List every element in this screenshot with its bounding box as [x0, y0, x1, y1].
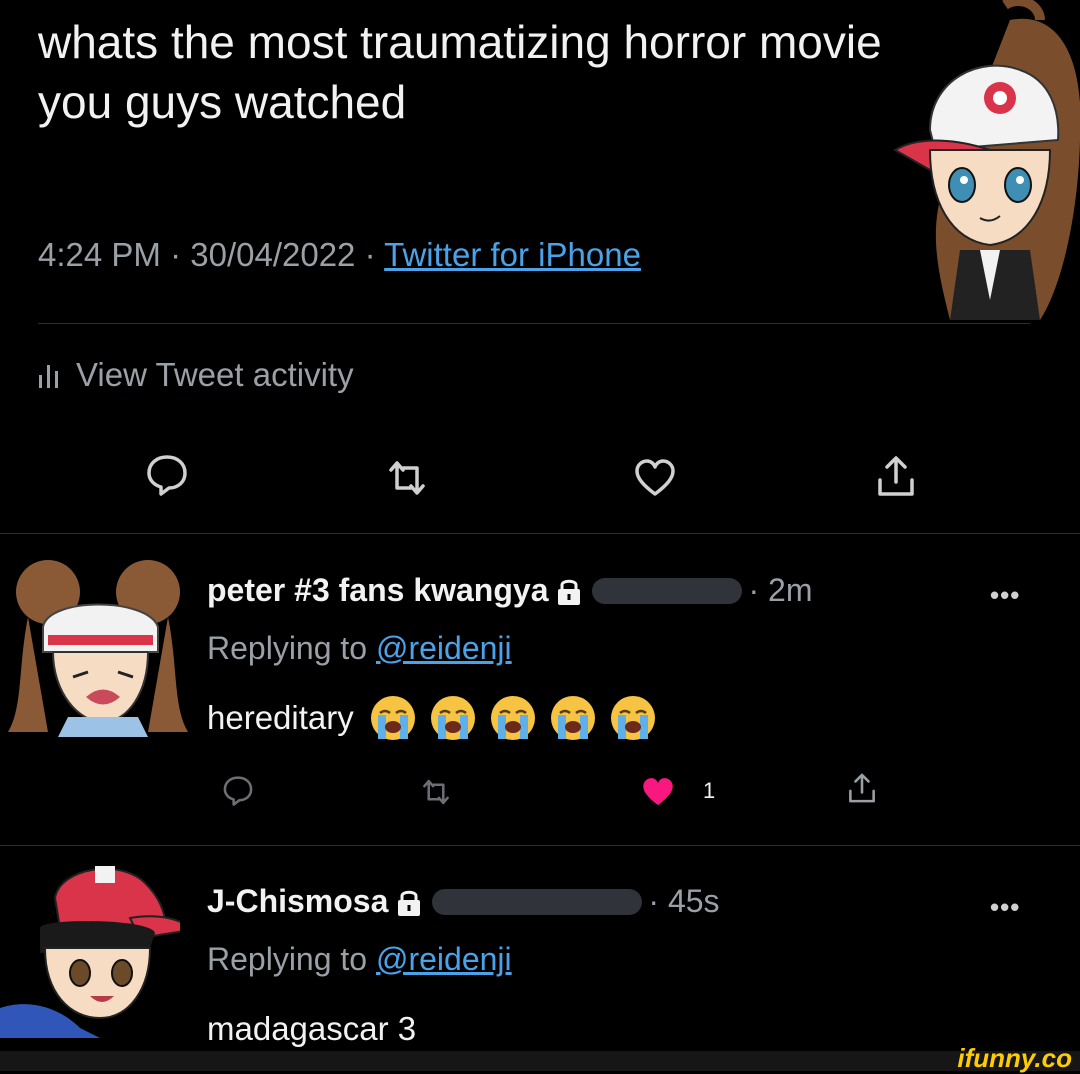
tweet-date: 30/04/2022 [190, 236, 356, 273]
emoji-row [368, 693, 658, 743]
share-icon[interactable] [874, 454, 918, 498]
stats-icon [39, 365, 58, 388]
reply-author-name[interactable]: J-Chismosa [207, 883, 388, 920]
replying-to: Replying to @reidenji [207, 941, 512, 978]
view-tweet-activity[interactable]: View Tweet activity [38, 356, 354, 394]
replying-to-label: Replying to [207, 630, 376, 666]
redacted-handle [432, 888, 643, 915]
reply-icon[interactable] [222, 774, 254, 806]
retweet-icon[interactable] [420, 776, 452, 808]
divider [0, 533, 1080, 534]
reply-author-name[interactable]: peter #3 fans kwangya [207, 572, 548, 609]
crying-emoji-icon [610, 696, 655, 740]
like-icon-filled[interactable] [640, 774, 676, 810]
redacted-handle [592, 577, 743, 604]
tweet-text: whats the most traumatizing horror movie… [38, 16, 882, 128]
reply-text-content: hereditary [207, 699, 354, 736]
replying-to-label: Replying to [207, 941, 376, 977]
reply-header: peter #3 fans kwangya · 2m [207, 572, 812, 609]
reply-avatar[interactable] [8, 557, 188, 737]
replying-to: Replying to @reidenji [207, 630, 512, 667]
crying-emoji-icon [550, 696, 595, 740]
crying-emoji-icon [430, 696, 475, 740]
more-options-button[interactable]: ••• [990, 580, 1020, 611]
view-tweet-activity-label: View Tweet activity [76, 356, 354, 393]
lock-icon [398, 890, 421, 916]
lock-icon [558, 579, 581, 605]
replying-to-handle[interactable]: @reidenji [376, 941, 512, 977]
divider [38, 323, 1030, 324]
author-avatar[interactable] [890, 0, 1080, 320]
replying-to-handle[interactable]: @reidenji [376, 630, 512, 666]
footer-bar [0, 1051, 1080, 1071]
reply-avatar[interactable] [0, 858, 180, 1038]
meta-separator: · [355, 236, 385, 273]
meta-separator: · [160, 236, 191, 273]
share-icon[interactable] [846, 772, 878, 804]
reply-time: · 2m [748, 572, 813, 608]
tweet-meta: 4:24 PM · 30/04/2022 · Twitter for iPhon… [38, 236, 641, 274]
crying-emoji-icon [370, 696, 415, 740]
tweet-source-link[interactable]: Twitter for iPhone [384, 236, 641, 273]
reply-text: hereditary [207, 693, 658, 743]
like-icon[interactable] [633, 456, 677, 500]
tweet-time: 4:24 PM [38, 236, 161, 273]
reply-icon[interactable] [145, 452, 189, 496]
more-options-button[interactable]: ••• [990, 892, 1020, 923]
crying-emoji-icon [490, 696, 535, 740]
reply-header: J-Chismosa · 45s [207, 883, 720, 920]
reply-time: · 45s [648, 883, 720, 919]
reply-text: madagascar 3 [207, 1010, 416, 1048]
retweet-icon[interactable] [385, 456, 429, 500]
ifunny-watermark: ifunny.co [957, 1043, 1072, 1073]
reply-text-content: madagascar 3 [207, 1010, 417, 1047]
divider [0, 845, 1080, 846]
like-count: 1 [703, 778, 716, 803]
